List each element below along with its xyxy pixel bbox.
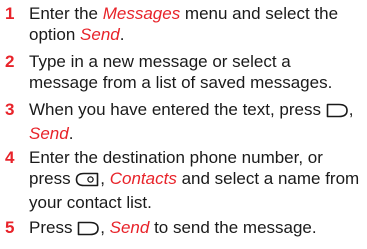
step-text-part: Type in a new message or select a messag…	[29, 52, 333, 92]
step-number: 3	[5, 100, 15, 119]
contacts-menu-name: Contacts	[109, 169, 177, 188]
send-option-name: Send	[109, 218, 150, 237]
right-softkey-icon	[326, 102, 348, 123]
send-option-name: Send	[80, 25, 120, 44]
right-softkey-icon	[77, 220, 99, 241]
step-number: 5	[5, 218, 15, 237]
messages-menu-name: Messages	[102, 4, 181, 23]
step-text-part: ,	[100, 218, 110, 237]
step-text: Press , Send to send the message.	[29, 217, 364, 241]
step-text-part: .	[68, 124, 74, 143]
step-text: Type in a new message or select a messag…	[29, 51, 364, 93]
step-text: When you have entered the text, press , …	[29, 99, 364, 144]
send-option-name: Send	[29, 124, 69, 143]
step-number: 1	[5, 4, 15, 23]
step-text: Enter the Messages menu and select the o…	[29, 3, 364, 45]
step-number: 4	[5, 148, 15, 167]
instruction-steps: 1 Enter the Messages menu and select the…	[0, 0, 367, 249]
step-number: 2	[5, 52, 15, 71]
step-text-part: to send the message.	[149, 218, 317, 237]
step-text-part: Press	[29, 218, 78, 237]
step-text-part: .	[119, 25, 125, 44]
step-text: Enter the destination phone number, or p…	[29, 147, 364, 213]
step-text-part: ,	[348, 100, 354, 119]
left-softkey-icon	[75, 171, 99, 192]
step-text-part: ,	[100, 169, 110, 188]
step-text-part: When you have entered the text, press	[29, 100, 326, 119]
step-text-part: Enter the	[29, 4, 103, 23]
